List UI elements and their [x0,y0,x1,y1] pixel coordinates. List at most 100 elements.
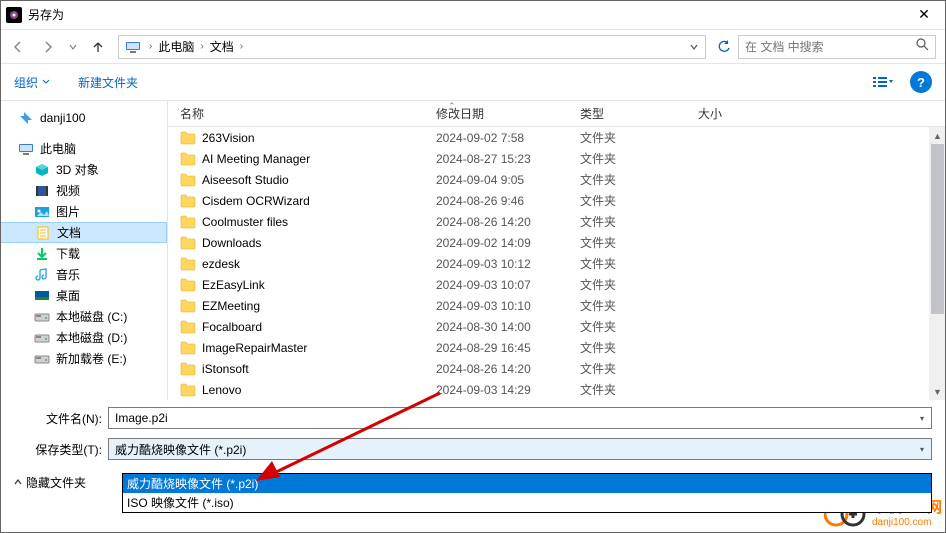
titlebar: 另存为 ✕ [0,0,946,30]
file-row[interactable]: Cisdem OCRWizard2024-08-26 9:46文件夹 [168,190,946,211]
nav-label: 桌面 [56,287,80,304]
file-type: 文件夹 [568,150,686,167]
file-row[interactable]: Downloads2024-09-02 14:09文件夹 [168,232,946,253]
nav-item[interactable]: 本地磁盘 (C:) [0,306,167,327]
close-button[interactable]: ✕ [902,0,946,30]
file-row[interactable]: Aiseesoft Studio2024-09-04 9:05文件夹 [168,169,946,190]
back-button[interactable] [4,34,32,60]
filetype-option[interactable]: ISO 映像文件 (*.iso) [123,493,931,512]
file-row[interactable]: Lenovo2024-09-03 14:29文件夹 [168,379,946,400]
view-options[interactable] [866,71,900,93]
file-row[interactable]: ezdesk2024-09-03 10:12文件夹 [168,253,946,274]
nav-label: danji100 [40,111,85,125]
file-type: 文件夹 [568,297,686,314]
file-type: 文件夹 [568,276,686,293]
file-date: 2024-08-27 15:23 [424,152,568,166]
scroll-down-icon[interactable]: ▼ [929,383,946,400]
nav-item[interactable]: 下载 [0,243,167,264]
filetype-combo[interactable]: 威力酷烧映像文件 (*.p2i) ▾ [108,438,932,460]
file-row[interactable]: ImageRepairMaster2024-08-29 16:45文件夹 [168,337,946,358]
chevron-right-icon[interactable]: › [145,41,156,52]
nav-item[interactable]: 图片 [0,201,167,222]
nav-item[interactable]: 桌面 [0,285,167,306]
filename-combo[interactable]: ▾ [108,407,932,429]
nav-icon [34,309,50,325]
forward-button[interactable] [34,34,62,60]
nav-icon [34,246,50,262]
nav-icon [34,267,50,283]
folder-icon [180,236,196,250]
crumb-docs[interactable]: 文档 [208,38,236,55]
nav-item[interactable]: 文档 [0,222,167,243]
filetype-dropdown-list[interactable]: 威力酷烧映像文件 (*.p2i) ISO 映像文件 (*.iso) [122,473,932,513]
search-icon[interactable] [916,38,929,56]
filename-dropdown-icon[interactable]: ▾ [913,408,931,428]
nav-item[interactable]: 视频 [0,180,167,201]
scroll-thumb[interactable] [931,144,944,314]
help-button[interactable]: ? [910,71,932,93]
column-headers: 名称 ⌃ 修改日期 类型 大小 [168,101,946,127]
chevron-right-icon[interactable]: › [236,41,247,52]
nav-label: 3D 对象 [56,161,99,178]
filename-input[interactable] [109,411,913,425]
nav-item[interactable]: 3D 对象 [0,159,167,180]
search-input[interactable] [745,40,916,54]
file-name: ezdesk [202,257,240,271]
filename-row: 文件名(N): ▾ [0,400,946,434]
vertical-scrollbar[interactable]: ▲ ▼ [929,127,946,400]
chevron-right-icon[interactable]: › [196,41,207,52]
nav-item[interactable]: 音乐 [0,264,167,285]
nav-icon [34,162,50,178]
new-folder-button[interactable]: 新建文件夹 [78,74,138,91]
recent-dropdown[interactable] [64,34,82,60]
col-type[interactable]: 类型 [568,101,686,126]
folder-icon [180,341,196,355]
nav-icon [18,110,34,126]
address-dropdown[interactable] [685,36,703,58]
nav-item[interactable]: danji100 [0,107,167,128]
file-type: 文件夹 [568,129,686,146]
folder-icon [180,362,196,376]
filetype-dropdown-icon[interactable]: ▾ [913,445,931,454]
file-row[interactable]: EzEasyLink2024-09-03 10:07文件夹 [168,274,946,295]
file-row[interactable]: EZMeeting2024-09-03 10:10文件夹 [168,295,946,316]
folder-icon [180,299,196,313]
nav-icon [18,141,34,157]
folder-icon [180,194,196,208]
nav-icon [35,225,51,241]
nav-icon [34,351,50,367]
hide-folders-toggle[interactable]: 隐藏文件夹 [14,474,86,491]
search-box[interactable] [738,35,936,59]
col-date[interactable]: 修改日期 [424,101,568,126]
nav-label: 音乐 [56,266,80,283]
file-type: 文件夹 [568,234,686,251]
file-type: 文件夹 [568,213,686,230]
file-type: 文件夹 [568,192,686,209]
filetype-option[interactable]: 威力酷烧映像文件 (*.p2i) [123,474,931,493]
nav-item[interactable]: 新加载卷 (E:) [0,348,167,369]
file-type: 文件夹 [568,318,686,335]
nav-icon [34,330,50,346]
col-size[interactable]: 大小 [686,101,946,126]
nav-item[interactable]: 此电脑 [0,138,167,159]
folder-icon [180,278,196,292]
filetype-row: 保存类型(T): 威力酷烧映像文件 (*.p2i) ▾ [0,434,946,462]
nav-icon [34,204,50,220]
file-row[interactable]: 263Vision2024-09-02 7:58文件夹 [168,127,946,148]
file-row[interactable]: AI Meeting Manager2024-08-27 15:23文件夹 [168,148,946,169]
col-name[interactable]: 名称 [168,101,424,126]
file-row[interactable]: iStonsoft2024-08-26 14:20文件夹 [168,358,946,379]
organize-menu[interactable]: 组织 [14,74,50,91]
address-breadcrumb[interactable]: › 此电脑 › 文档 › [118,35,706,59]
file-row[interactable]: Focalboard2024-08-30 14:00文件夹 [168,316,946,337]
address-bar-row: › 此电脑 › 文档 › [0,30,946,64]
nav-label: 下载 [56,245,80,262]
up-button[interactable] [84,34,112,60]
file-name: Downloads [202,236,261,250]
nav-item[interactable]: 本地磁盘 (D:) [0,327,167,348]
file-row[interactable]: Coolmuster files2024-08-26 14:20文件夹 [168,211,946,232]
crumb-pc[interactable]: 此电脑 [156,38,196,55]
file-date: 2024-09-04 9:05 [424,173,568,187]
refresh-button[interactable] [712,36,736,58]
scroll-up-icon[interactable]: ▲ [929,127,946,144]
